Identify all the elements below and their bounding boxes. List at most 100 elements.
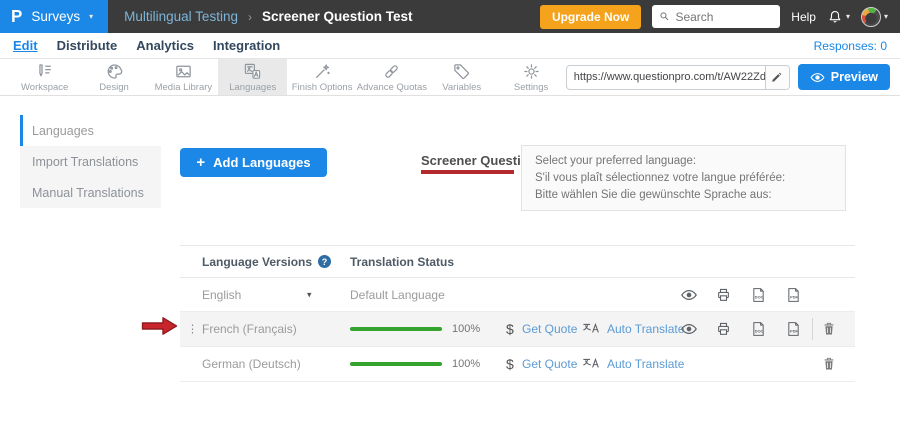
toolbar-item-workspace[interactable]: Workspace	[10, 59, 79, 95]
translation-progress-bar	[350, 362, 442, 366]
surveys-product-menu[interactable]: P Surveys ▾	[0, 0, 108, 33]
chevron-down-icon: ▾	[89, 13, 93, 21]
design-palette-icon	[105, 62, 124, 81]
dollar-icon[interactable]: $	[506, 321, 514, 337]
print-icon[interactable]	[715, 286, 732, 303]
chevron-down-icon: ▾	[884, 13, 888, 21]
table-row-french: ⋮⋮ French (Français) 100% $ Get Quote Au…	[180, 312, 855, 347]
product-name: Surveys	[31, 9, 80, 24]
language-versions-table: Language Versions ? Translation Status E…	[180, 245, 855, 382]
tab-edit[interactable]: Edit	[13, 38, 38, 53]
search-icon	[659, 10, 670, 23]
table-row-english: English ▾ Default Language DOC PDF	[180, 278, 855, 312]
bell-icon	[827, 9, 843, 25]
survey-url-field[interactable]: https://www.questionpro.com/t/AW22Zd50	[566, 65, 790, 90]
media-library-icon	[174, 62, 193, 81]
languages-page: Languages Import Translations Manual Tra…	[0, 96, 900, 440]
column-translation-status: Translation Status	[350, 255, 454, 269]
language-name: German (Deutsch)	[202, 357, 301, 371]
survey-nav: Edit Distribute Analytics Integration Re…	[0, 33, 900, 59]
upgrade-now-button[interactable]: Upgrade Now	[540, 5, 641, 29]
translate-icon[interactable]	[582, 357, 602, 372]
breadcrumb-separator-icon: ›	[248, 10, 252, 24]
header-actions: Upgrade Now Help ▾ ▾	[540, 5, 900, 29]
help-question-icon[interactable]: ?	[318, 255, 331, 268]
plus-icon: +	[196, 154, 205, 171]
breadcrumb-survey-folder[interactable]: Multilingual Testing	[124, 9, 238, 24]
questionpro-app: P Surveys ▾ Multilingual Testing › Scree…	[0, 0, 900, 440]
chevron-down-icon[interactable]: ▾	[307, 289, 312, 300]
chevron-down-icon: ▾	[846, 13, 850, 21]
preview-language-icon[interactable]	[680, 288, 698, 302]
delete-language-icon[interactable]	[821, 320, 837, 338]
prompt-line-fr: S'il vous plaît sélectionnez votre langu…	[535, 170, 832, 187]
toolbar-item-advance-quotas[interactable]: Advance Quotas	[357, 59, 427, 95]
add-languages-button[interactable]: + Add Languages	[180, 148, 327, 177]
svg-text:PDF: PDF	[790, 294, 798, 299]
breadcrumb-survey-name: Screener Question Test	[262, 9, 413, 24]
toolbar-item-design[interactable]: Design	[79, 59, 148, 95]
edit-toolbar: Workspace Design Media Library	[0, 59, 900, 96]
tag-icon	[452, 62, 471, 81]
export-doc-icon[interactable]: DOC	[750, 286, 767, 304]
print-icon[interactable]	[715, 321, 732, 338]
prompt-line-de: Bitte wählen Sie die gewünschte Sprache …	[535, 187, 832, 204]
edit-url-button[interactable]	[765, 66, 789, 89]
get-quote-link[interactable]: Get Quote	[522, 357, 577, 371]
gear-icon	[522, 62, 541, 81]
delete-language-icon[interactable]	[821, 355, 837, 373]
toolbar-item-finish-options[interactable]: Finish Options	[287, 59, 356, 95]
help-link[interactable]: Help	[791, 10, 816, 24]
tab-analytics[interactable]: Analytics	[136, 38, 194, 53]
table-row-german: German (Deutsch) 100% $ Get Quote Auto T…	[180, 347, 855, 382]
workspace-icon	[35, 62, 54, 81]
toolbar-item-settings[interactable]: Settings	[496, 59, 565, 95]
notifications-menu[interactable]: ▾	[827, 9, 850, 25]
account-menu[interactable]: ▾	[861, 7, 888, 27]
language-name[interactable]: English	[202, 288, 241, 302]
survey-url[interactable]: https://www.questionpro.com/t/AW22Zd50	[567, 71, 765, 83]
sidebar-item-import-translations[interactable]: Import Translations	[20, 146, 161, 177]
get-quote-link[interactable]: Get Quote	[522, 322, 577, 336]
red-arrow-annotation	[141, 315, 178, 337]
languages-icon	[243, 62, 262, 81]
export-pdf-icon[interactable]: PDF	[785, 320, 802, 338]
languages-sidebar: Languages Import Translations Manual Tra…	[20, 115, 161, 208]
translation-percent: 100%	[452, 358, 480, 370]
sidebar-item-manual-translations[interactable]: Manual Translations	[20, 177, 161, 208]
avatar	[861, 7, 881, 27]
default-language-label: Default Language	[350, 288, 445, 302]
eye-icon	[810, 71, 825, 84]
chain-links-icon	[382, 62, 401, 81]
preview-language-icon[interactable]	[680, 322, 698, 336]
toolbar-item-languages[interactable]: Languages	[218, 59, 287, 95]
magic-wand-icon	[313, 62, 332, 81]
dollar-icon[interactable]: $	[506, 356, 514, 372]
translation-progress-bar	[350, 327, 442, 331]
translation-percent: 100%	[452, 323, 480, 335]
toolbar-item-variables[interactable]: Variables	[427, 59, 496, 95]
export-doc-icon[interactable]: DOC	[750, 320, 767, 338]
sidebar-item-languages[interactable]: Languages	[20, 115, 161, 146]
search-input[interactable]	[675, 10, 773, 24]
svg-text:DOC: DOC	[755, 294, 764, 299]
svg-text:DOC: DOC	[755, 329, 764, 334]
global-search[interactable]	[652, 5, 780, 28]
auto-translate-link[interactable]: Auto Translate	[607, 322, 684, 336]
auto-translate-link[interactable]: Auto Translate	[607, 357, 684, 371]
toolbar-right: https://www.questionpro.com/t/AW22Zd50 P…	[566, 59, 900, 95]
questionpro-logo: P	[11, 6, 22, 27]
export-pdf-icon[interactable]: PDF	[785, 286, 802, 304]
tab-distribute[interactable]: Distribute	[57, 38, 118, 53]
red-underline-annotation	[421, 170, 514, 174]
column-language-versions: Language Versions	[202, 255, 312, 269]
tab-integration[interactable]: Integration	[213, 38, 280, 53]
preview-button[interactable]: Preview	[798, 64, 890, 90]
table-header: Language Versions ? Translation Status	[180, 245, 855, 278]
svg-text:PDF: PDF	[790, 329, 798, 334]
translate-icon[interactable]	[582, 322, 602, 337]
top-header: P Surveys ▾ Multilingual Testing › Scree…	[0, 0, 900, 33]
toolbar-item-media-library[interactable]: Media Library	[149, 59, 218, 95]
language-select-preview: Select your preferred language: S'il vou…	[521, 145, 846, 211]
responses-count[interactable]: Responses: 0	[814, 39, 887, 53]
